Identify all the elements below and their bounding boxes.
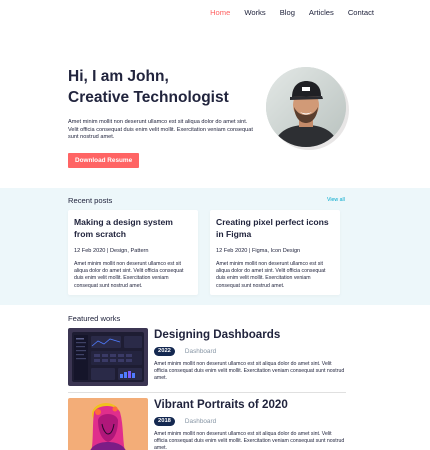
view-all-link[interactable]: View all [327,197,345,203]
nav-item-home[interactable]: Home [210,8,230,18]
top-nav: Home Works Blog Articles Contact [196,8,374,18]
year-badge: 2018 [154,417,175,426]
work-info: Designing Dashboards 2022 Dashboard Amet… [154,328,346,383]
work-thumbnail-dashboard[interactable] [68,328,148,386]
hero-heading: Hi, I am John, Creative Technologist [68,66,278,108]
nav-item-articles[interactable]: Articles [309,8,334,18]
post-meta: 12 Feb 2020 | Figma, Icon Design [216,248,301,254]
post-excerpt: Amet minim mollit non deserunt ullamco e… [216,261,326,289]
work-meta: 2022 Dashboard [154,347,346,356]
hero-heading-line1: Hi, I am John, [68,68,169,85]
work-info: Vibrant Portraits of 2020 2018 Dashboard… [154,398,346,450]
hero-heading-line2: Creative Technologist [68,89,229,106]
work-description: Amet minim mollit non deserunt ullamco e… [154,361,345,382]
recent-posts-title: Recent posts [68,196,113,205]
work-item[interactable]: Vibrant Portraits of 2020 2018 Dashboard… [68,398,348,450]
work-title[interactable]: Designing Dashboards [154,328,346,342]
recent-posts-section: Recent posts View all Making a design sy… [0,188,430,305]
post-card[interactable]: Making a design system from scratch 12 F… [68,210,198,295]
work-description: Amet minim mollit non deserunt ullamco e… [154,431,345,450]
download-resume-button[interactable]: Download Resume [68,152,140,168]
hero-section: Hi, I am John, Creative Technologist Ame… [68,66,278,168]
portrait-image [68,398,148,450]
post-meta: 12 Feb 2020 | Design, Pattern [74,248,149,254]
work-title[interactable]: Vibrant Portraits of 2020 [154,398,346,412]
post-title[interactable]: Creating pixel perfect icons in Figma [216,216,334,240]
post-card[interactable]: Creating pixel perfect icons in Figma 12… [210,210,340,295]
profile-avatar [266,67,346,147]
work-meta: 2018 Dashboard [154,417,346,426]
work-item[interactable]: Designing Dashboards 2022 Dashboard Amet… [68,328,348,388]
post-excerpt: Amet minim mollit non deserunt ullamco e… [74,261,184,289]
featured-works-title: Featured works [68,314,121,323]
nav-item-blog[interactable]: Blog [280,8,295,18]
hero-description: Amet minim mollit non deserunt ullamco e… [68,119,253,141]
work-thumbnail-portrait[interactable] [68,398,148,450]
year-badge: 2022 [154,347,175,356]
nav-item-contact[interactable]: Contact [348,8,374,18]
dashboard-image [68,328,148,386]
work-category: Dashboard [184,348,217,355]
work-divider [68,392,346,393]
work-category: Dashboard [184,418,217,425]
nav-item-works[interactable]: Works [244,8,265,18]
post-title[interactable]: Making a design system from scratch [74,216,192,240]
profile-photo [266,67,346,147]
